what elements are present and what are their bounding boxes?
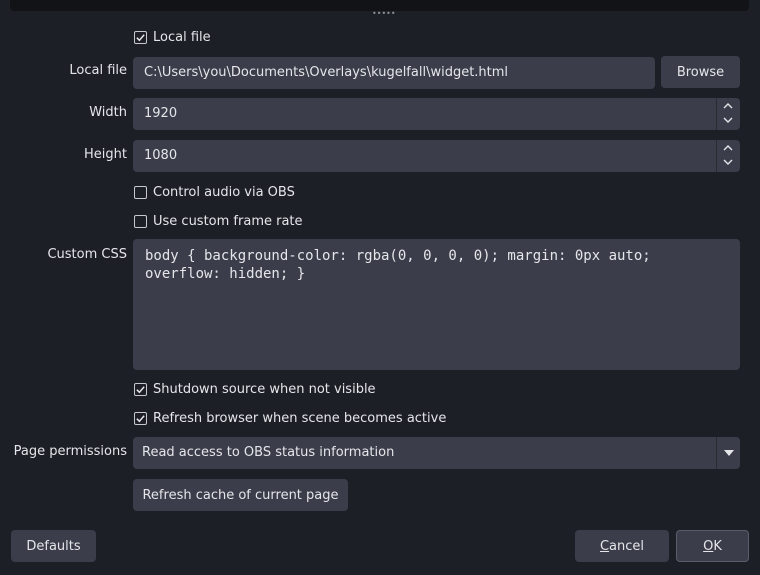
defaults-button[interactable]: Defaults (11, 530, 96, 562)
shutdown-source-checkbox[interactable]: Shutdown source when not visible (134, 381, 376, 397)
checkbox-checked-icon[interactable] (134, 411, 147, 425)
height-spin-buttons[interactable] (716, 140, 740, 172)
browse-button[interactable]: Browse (661, 56, 740, 88)
width-spin-buttons[interactable] (716, 98, 740, 130)
chevron-up-icon[interactable] (716, 98, 740, 113)
ok-button-label: OK (703, 538, 722, 554)
checkbox-checked-icon[interactable] (134, 30, 147, 44)
page-permissions-select[interactable]: Read access to OBS status information (133, 437, 740, 469)
height-label: Height (84, 147, 127, 162)
ok-button[interactable]: OK (676, 530, 749, 562)
page-permissions-label: Page permissions (13, 444, 127, 459)
local-file-checkbox[interactable]: Local file (134, 29, 211, 45)
control-audio-checkbox[interactable]: Control audio via OBS (134, 184, 295, 200)
custom-css-label: Custom CSS (47, 247, 127, 262)
width-label: Width (89, 105, 127, 120)
checkbox-checked-icon[interactable] (134, 382, 147, 396)
cancel-button[interactable]: Cancel (575, 530, 669, 562)
local-file-checkbox-label: Local file (153, 29, 211, 45)
refresh-browser-label: Refresh browser when scene becomes activ… (153, 410, 447, 426)
shutdown-source-label: Shutdown source when not visible (153, 381, 376, 397)
checkbox-unchecked-icon[interactable] (134, 185, 147, 199)
custom-css-textarea[interactable]: body { background-color: rgba(0, 0, 0, 0… (133, 239, 740, 370)
width-spinbox[interactable]: 1920 (133, 98, 740, 130)
cancel-button-label: Cancel (599, 538, 645, 554)
chevron-up-icon[interactable] (716, 140, 740, 155)
splitter-grip-icon[interactable]: ••••• (372, 10, 396, 18)
refresh-browser-checkbox[interactable]: Refresh browser when scene becomes activ… (134, 410, 446, 426)
dropdown-arrow-icon[interactable] (717, 437, 740, 469)
height-spinbox[interactable]: 1080 (133, 140, 740, 172)
control-audio-label: Control audio via OBS (153, 184, 295, 200)
refresh-cache-button[interactable]: Refresh cache of current page (133, 479, 348, 511)
chevron-down-icon[interactable] (716, 155, 740, 170)
custom-frame-rate-checkbox[interactable]: Use custom frame rate (134, 213, 303, 229)
local-file-label: Local file (69, 63, 127, 78)
custom-frame-rate-label: Use custom frame rate (153, 213, 303, 229)
chevron-down-icon[interactable] (716, 113, 740, 128)
checkbox-unchecked-icon[interactable] (134, 214, 147, 228)
local-file-path-input[interactable]: C:\Users\you\Documents\Overlays\kugelfal… (133, 57, 655, 89)
